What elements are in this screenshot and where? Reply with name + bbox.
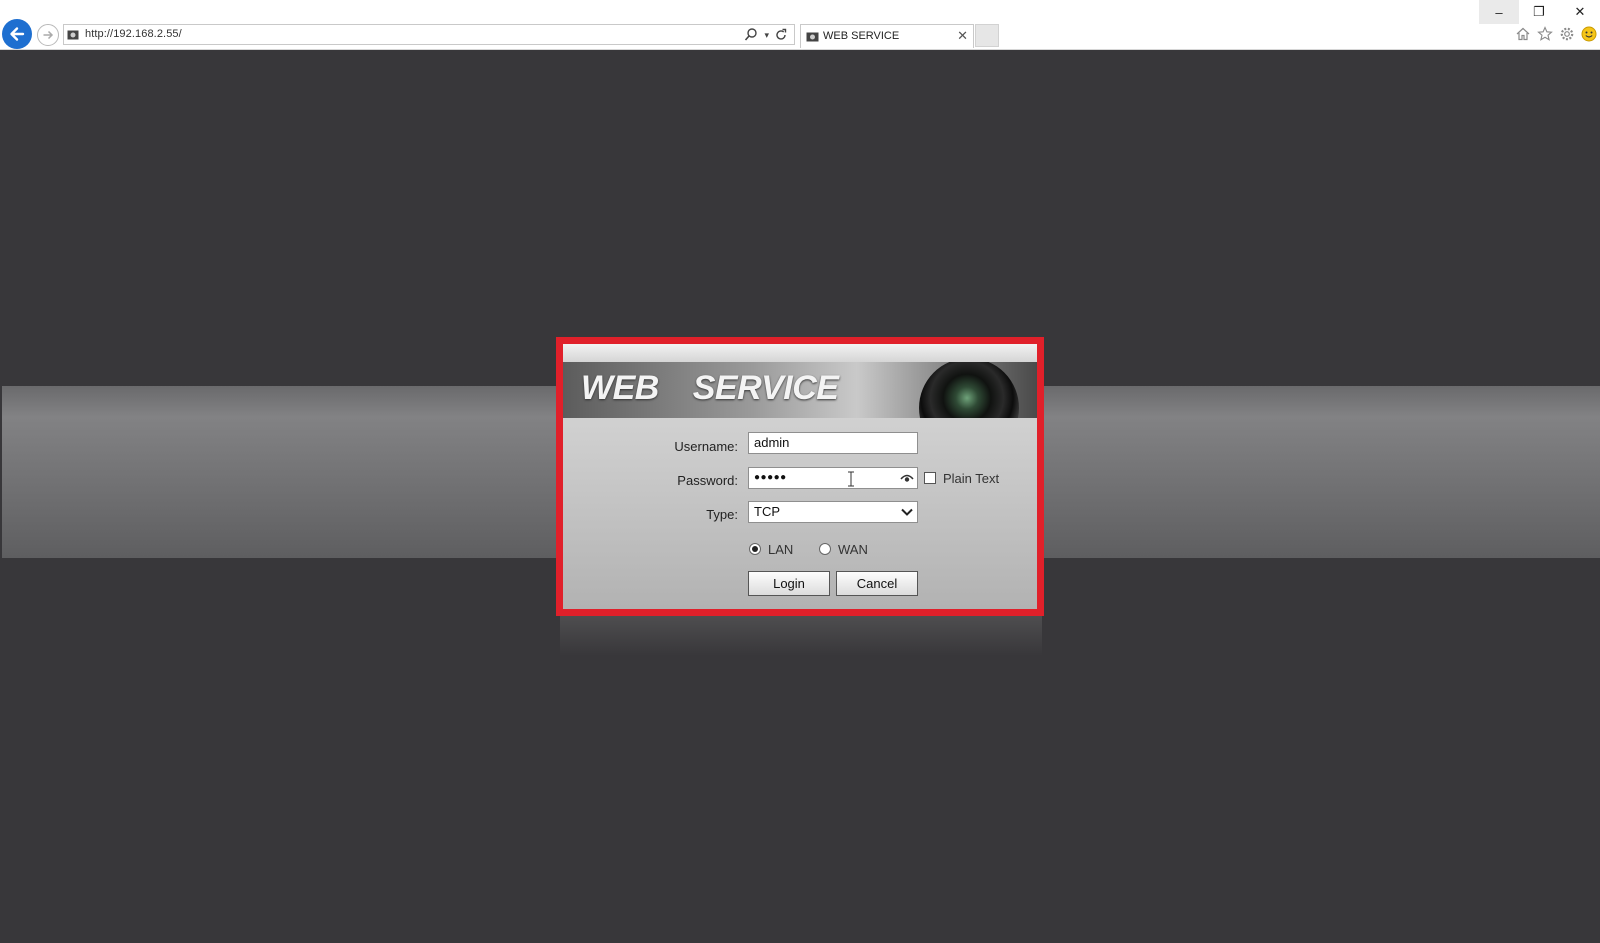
forward-button[interactable]: [37, 24, 59, 46]
url-text: http://192.168.2.55/: [85, 28, 182, 40]
login-panel: WEB SERVICE Username: admin Password: ●●…: [563, 344, 1037, 609]
panel-reflection: [560, 616, 1042, 656]
search-icon[interactable]: [744, 27, 758, 43]
chevron-down-icon: [901, 508, 913, 516]
back-button[interactable]: [2, 19, 32, 49]
username-label: Username:: [674, 439, 738, 454]
window-restore-button[interactable]: ❐: [1519, 0, 1559, 24]
text-cursor-icon: [848, 471, 854, 487]
plain-text-checkbox[interactable]: [924, 472, 936, 484]
lan-label: LAN: [768, 542, 794, 557]
tab-close-icon[interactable]: ✕: [957, 28, 968, 44]
arrow-left-icon: [10, 27, 25, 41]
refresh-icon[interactable]: [774, 27, 788, 43]
camera-favicon-icon: [806, 32, 819, 42]
camera-lens-icon: [919, 362, 1019, 418]
address-bar[interactable]: http://192.168.2.55/ ▾: [63, 24, 795, 45]
type-select[interactable]: TCP: [748, 501, 918, 523]
password-label: Password:: [677, 473, 738, 488]
cancel-button[interactable]: Cancel: [836, 571, 918, 596]
type-label: Type:: [706, 507, 738, 522]
type-value: TCP: [754, 504, 780, 519]
window-close-button[interactable]: ✕: [1560, 0, 1600, 24]
lan-radio[interactable]: [749, 543, 761, 555]
login-button[interactable]: Login: [748, 571, 830, 596]
eye-icon[interactable]: [900, 472, 914, 484]
login-banner: WEB SERVICE: [563, 362, 1037, 418]
tab-title: WEB SERVICE: [823, 30, 900, 42]
favorites-star-icon[interactable]: [1536, 25, 1554, 43]
password-field[interactable]: ●●●●●: [748, 467, 918, 489]
browser-tab[interactable]: WEB SERVICE ✕: [800, 24, 974, 48]
arrow-right-icon: [43, 30, 54, 40]
wan-label: WAN: [838, 542, 868, 557]
panel-top-strip: [563, 344, 1037, 362]
wan-radio[interactable]: [819, 543, 831, 555]
new-tab-button[interactable]: [975, 24, 999, 47]
browser-chrome: http://192.168.2.55/ ▾ WEB SERVICE ✕ – ❐…: [0, 0, 1600, 50]
username-value: admin: [754, 435, 790, 450]
password-value: ●●●●●: [754, 472, 787, 483]
plain-text-label: Plain Text: [943, 471, 1000, 486]
camera-favicon-icon: [67, 30, 79, 40]
home-icon[interactable]: [1514, 25, 1532, 43]
username-field[interactable]: admin: [748, 432, 918, 454]
settings-gear-icon[interactable]: [1558, 25, 1576, 43]
smiley-feedback-icon[interactable]: [1580, 25, 1598, 43]
window-minimize-button[interactable]: –: [1479, 0, 1519, 24]
chevron-down-icon[interactable]: ▾: [764, 27, 769, 43]
banner-title: WEB SERVICE: [581, 369, 839, 407]
